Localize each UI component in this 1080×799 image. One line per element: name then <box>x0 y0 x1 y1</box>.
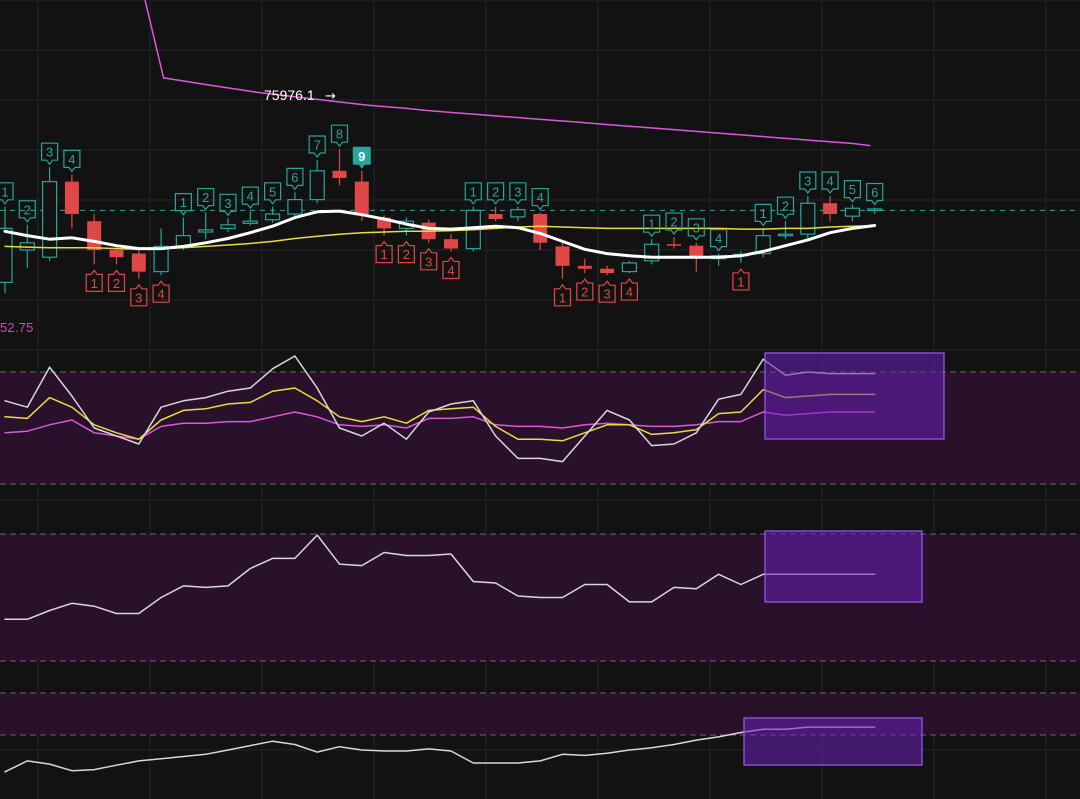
candle-bearish <box>533 214 548 243</box>
signal-badge-label: 4 <box>826 174 833 189</box>
trading-chart[interactable]: 123 41 23 41 2 3 4 567891 2 341 2 3 41 2 3 41 2 3411 23 45 6… <box>0 0 1080 799</box>
candle-bullish <box>287 199 303 215</box>
candle-bullish <box>198 229 214 233</box>
candle-bullish <box>0 227 13 283</box>
candle-bullish <box>309 170 325 201</box>
candle-bullish <box>265 213 281 221</box>
signal-badge-label: 2 <box>581 285 588 300</box>
signal-badge-label: 2 <box>670 215 677 230</box>
candle-bullish <box>510 209 526 218</box>
candle-bearish <box>488 214 503 220</box>
signal-badge-label: 2 <box>403 247 410 262</box>
signal-badge-label: 2 <box>202 190 209 205</box>
signal-badge-label: 2 <box>113 276 120 291</box>
candle-bearish <box>109 250 124 258</box>
signal-badge-label: 1 <box>91 276 98 291</box>
signal-badge-label: 5 <box>269 184 276 199</box>
candle-bearish <box>667 244 681 246</box>
signal-badge-label: 2 <box>492 184 499 199</box>
signal-badge-label: 1 <box>470 184 477 199</box>
candle-bearish <box>444 239 458 249</box>
signal-badge-label: 4 <box>68 152 75 167</box>
signal-badge-label: 4 <box>447 263 454 278</box>
candle-bullish <box>867 208 883 212</box>
signal-badge-label: 3 <box>804 174 811 189</box>
signal-badge-label: 1 <box>559 290 566 305</box>
signal-badge-label: 8 <box>336 127 343 142</box>
candle-bullish <box>220 224 236 230</box>
candle-bullish <box>153 245 169 273</box>
candle-bearish <box>64 181 79 214</box>
candle-bearish <box>600 268 615 274</box>
signal-badge-label: 1 <box>380 247 387 262</box>
candle-bullish <box>777 233 794 237</box>
candle-bullish <box>242 220 258 224</box>
candle-bullish <box>621 262 638 273</box>
candle-bearish <box>689 245 704 258</box>
candle-bearish <box>577 265 592 269</box>
highlight-box <box>743 717 923 766</box>
highlight-box <box>764 352 945 440</box>
candle-bearish <box>354 181 369 214</box>
signal-badge-label: 1 <box>648 217 655 232</box>
indicator-value-label: 52.75 <box>0 320 34 335</box>
signal-badge-label: 9 <box>358 149 365 164</box>
signal-badge-label: 7 <box>314 138 321 153</box>
annotations: 75976.1 → <box>264 87 336 104</box>
signal-badge-label: 5 <box>849 182 856 197</box>
candle-bearish <box>823 203 838 214</box>
candle-bullish <box>844 207 861 217</box>
signal-badge-label: 3 <box>425 254 432 269</box>
candle-bearish <box>555 246 570 266</box>
candle-bullish <box>800 202 816 235</box>
signal-badge-label: 4 <box>715 231 722 246</box>
signal-badge-label: 6 <box>871 185 878 200</box>
price-annotation-label: 75976.1 <box>264 87 315 103</box>
candle-bullish <box>41 181 58 258</box>
signal-badge-label: 3 <box>693 220 700 235</box>
signal-badge-label: 1 <box>1 184 8 199</box>
candle-bearish <box>131 253 146 272</box>
highlight-box <box>764 530 923 603</box>
signal-badge-label: 4 <box>537 190 544 205</box>
signal-badge-label: 3 <box>224 196 231 211</box>
signal-badge-label: 1 <box>760 206 767 221</box>
candle-bearish <box>87 221 102 250</box>
candle-bearish <box>332 170 347 178</box>
signal-badge-label: 2 <box>24 202 31 217</box>
signal-badge-label: 1 <box>737 274 744 289</box>
arrow-right-icon: → <box>325 89 336 104</box>
signal-badge-label: 2 <box>782 199 789 214</box>
signal-badge-label: 4 <box>626 285 633 300</box>
signal-badge-label: 6 <box>291 170 298 185</box>
signal-badge-label: 4 <box>157 287 164 302</box>
signal-badge-label: 3 <box>514 184 521 199</box>
signal-badge-label: 3 <box>46 145 53 160</box>
signal-badge-label: 1 <box>180 195 187 210</box>
signal-badge-label: 4 <box>247 189 254 204</box>
signal-badge-label: 3 <box>135 290 142 305</box>
signal-badge-label: 3 <box>603 287 610 302</box>
